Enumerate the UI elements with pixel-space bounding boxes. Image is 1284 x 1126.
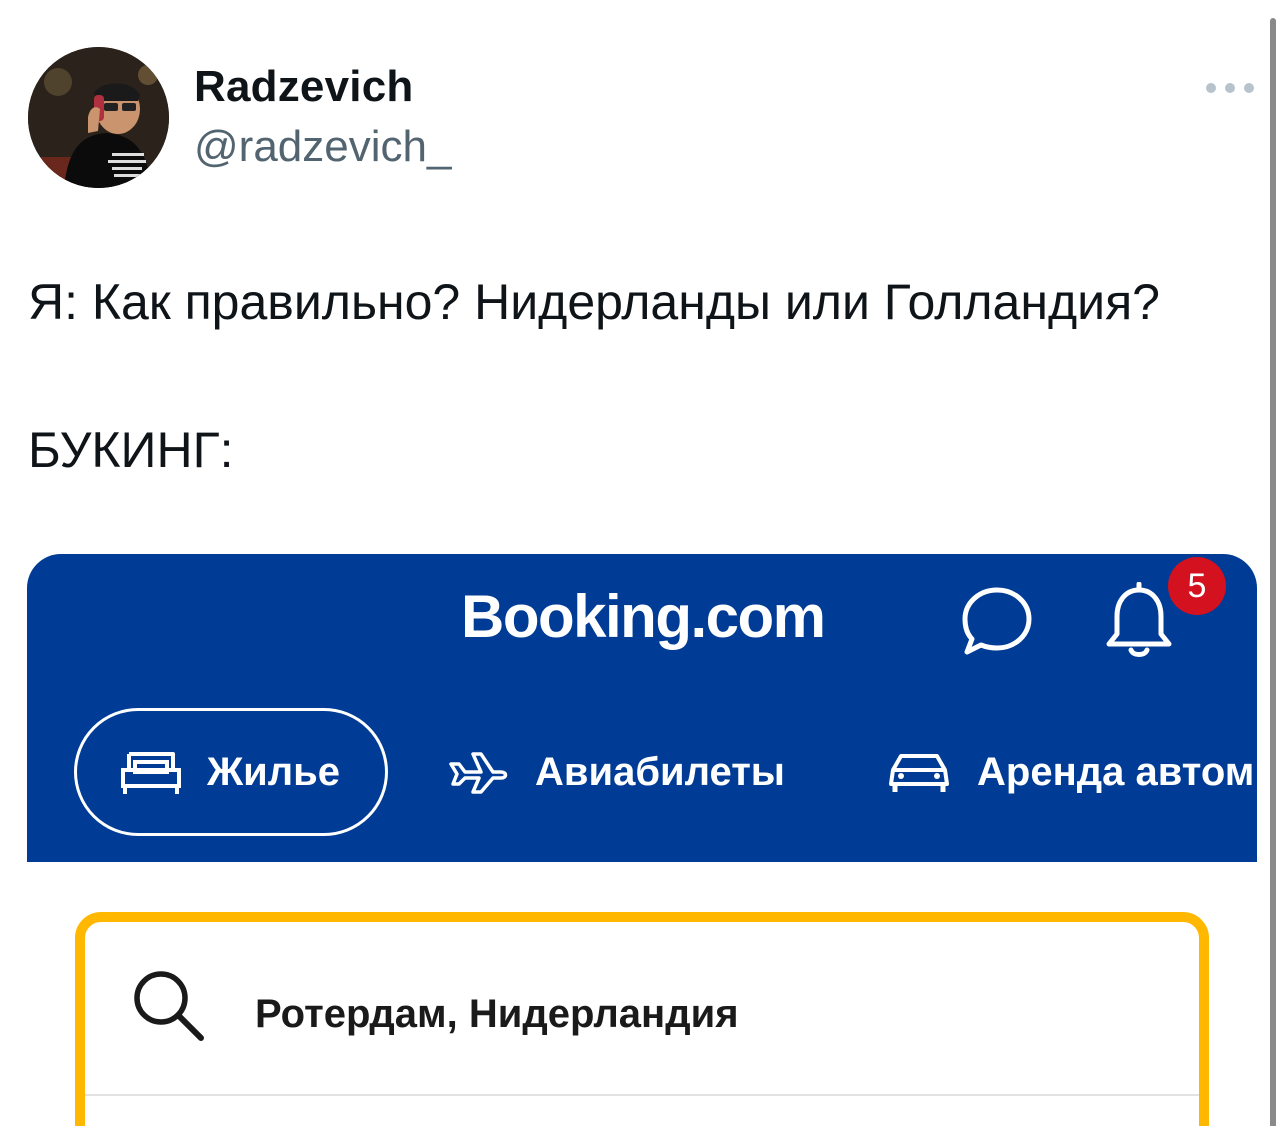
- more-horizontal-icon: [1206, 83, 1216, 93]
- plane-icon: [449, 752, 508, 794]
- search-box: Ротердам, Нидерландия: [75, 912, 1209, 1126]
- notification-badge: 5: [1168, 557, 1226, 615]
- tweet-screenshot: Radzevich @radzevich_ Я: Как правильно? …: [0, 0, 1284, 1126]
- search-icon: [134, 971, 204, 1041]
- tab-car-rental[interactable]: Аренда автом: [887, 708, 1257, 836]
- scrollbar[interactable]: [1270, 18, 1276, 1126]
- booking-header: Booking.com 5 Жилье Авиабилеты Аренда ав…: [27, 554, 1257, 862]
- more-horizontal-icon: [1244, 83, 1254, 93]
- bed-icon: [121, 752, 181, 794]
- chat-icon[interactable]: [957, 582, 1037, 662]
- attached-image[interactable]: Booking.com 5 Жилье Авиабилеты Аренда ав…: [27, 554, 1257, 1126]
- tab-stays[interactable]: Жилье: [74, 708, 388, 836]
- divider: [85, 1094, 1199, 1096]
- tab-stays-label: Жилье: [207, 749, 340, 794]
- author-name[interactable]: Radzevich: [194, 62, 413, 112]
- tab-flights[interactable]: Авиабилеты: [447, 708, 847, 836]
- tab-car-rental-label: Аренда автом: [977, 749, 1255, 794]
- booking-nav-tabs: Жилье Авиабилеты Аренда автом: [27, 708, 1257, 840]
- booking-logo: Booking.com: [461, 583, 826, 650]
- bell-icon[interactable]: [1103, 582, 1175, 662]
- tweet-text-line-2: БУКИНГ:: [28, 422, 234, 478]
- author-handle[interactable]: @radzevich_: [194, 122, 451, 172]
- more-horizontal-icon: [1225, 83, 1235, 93]
- tab-flights-label: Авиабилеты: [535, 749, 785, 794]
- tweet-text-line-1: Я: Как правильно? Нидерланды или Голланд…: [28, 274, 1160, 330]
- car-icon: [889, 754, 949, 792]
- destination-value: Ротердам, Нидерландия: [255, 992, 739, 1036]
- avatar[interactable]: [28, 47, 169, 188]
- destination-search-input[interactable]: Ротердам, Нидерландия: [85, 922, 1199, 1094]
- more-options-button[interactable]: [1206, 76, 1254, 100]
